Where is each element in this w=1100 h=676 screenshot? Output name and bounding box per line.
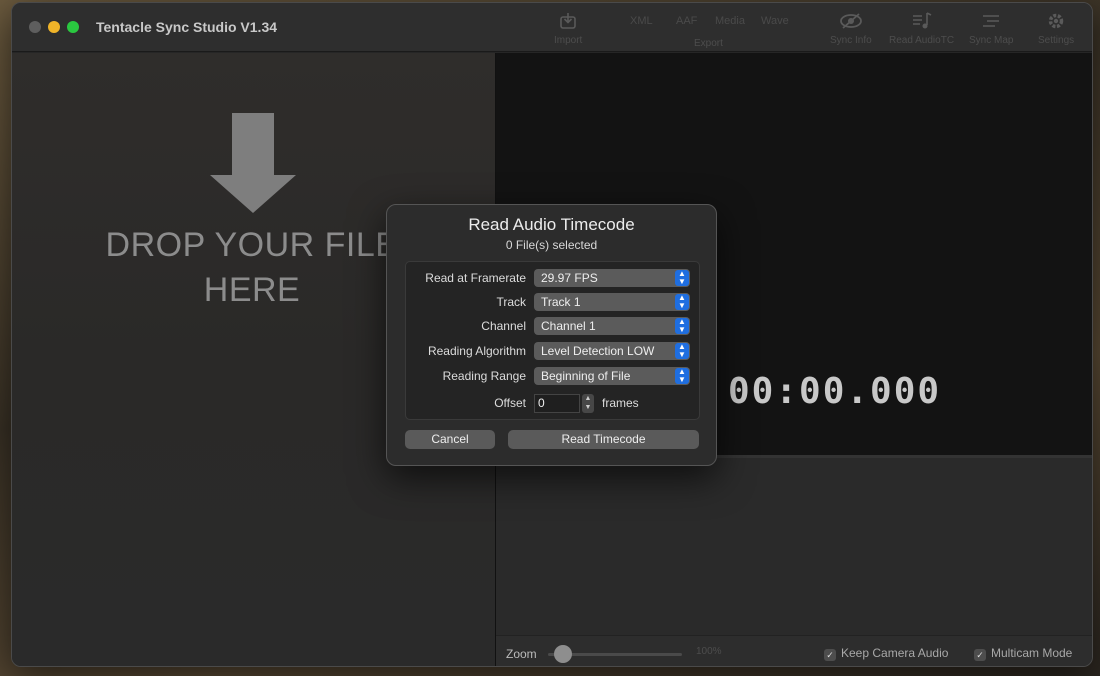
chevron-up-down-icon: ▲ ▼ bbox=[675, 270, 689, 286]
checkmark-icon: ✓ bbox=[974, 649, 986, 661]
dialog-title: Read Audio Timecode bbox=[468, 215, 635, 234]
down-arrow-icon bbox=[210, 113, 296, 213]
zoom-label: Zoom bbox=[506, 647, 537, 661]
close-window-button[interactable] bbox=[29, 21, 41, 33]
bottom-bar: Zoom 100% ✓ Keep Camera Audio ✓ Multicam M… bbox=[496, 635, 1092, 666]
import-label: Import bbox=[554, 35, 583, 46]
export-wave[interactable]: Wave bbox=[761, 15, 789, 27]
sync-map-button[interactable]: Sync Map bbox=[969, 11, 1013, 46]
algorithm-select[interactable]: Level Detection LOW ▲ ▼ bbox=[534, 342, 690, 360]
import-button[interactable]: Import bbox=[554, 11, 582, 46]
timeline-pane bbox=[496, 455, 1092, 635]
settings-button[interactable]: Settings bbox=[1038, 11, 1074, 46]
read-audio-timecode-dialog: Read Audio Timecode 0 File(s) selected R… bbox=[386, 204, 717, 466]
offset-label: Offset bbox=[494, 396, 526, 410]
range-row: Reading Range Beginning of File ▲ ▼ bbox=[406, 367, 701, 385]
cancel-button[interactable]: Cancel bbox=[405, 430, 495, 449]
export-group-label: Export bbox=[694, 38, 723, 49]
zoom-value: 100% bbox=[696, 646, 722, 657]
keep-camera-audio-label: Keep Camera Audio bbox=[841, 646, 949, 660]
eye-slash-icon bbox=[830, 11, 872, 33]
multicam-mode-checkbox[interactable]: ✓ Multicam Mode bbox=[974, 646, 1072, 661]
read-audio-tc-label: Read AudioTC bbox=[889, 35, 955, 46]
channel-row: Channel Channel 1 ▲ ▼ bbox=[406, 317, 701, 335]
minimize-window-button[interactable] bbox=[48, 21, 60, 33]
offset-row: Offset 0 ▲ ▼ frames bbox=[406, 394, 701, 413]
sync-info-label: Sync Info bbox=[830, 35, 872, 46]
range-value: Beginning of File bbox=[541, 369, 631, 383]
framerate-value: 29.97 FPS bbox=[541, 271, 598, 285]
checkmark-icon: ✓ bbox=[824, 649, 836, 661]
track-label: Track bbox=[496, 295, 526, 309]
range-label: Reading Range bbox=[442, 369, 526, 383]
sync-map-label: Sync Map bbox=[969, 35, 1014, 46]
export-xml[interactable]: XML bbox=[630, 15, 653, 27]
keep-camera-audio-checkbox[interactable]: ✓ Keep Camera Audio bbox=[824, 646, 948, 661]
chevron-up-down-icon: ▲ ▼ bbox=[675, 294, 689, 310]
read-audio-tc-button[interactable]: Read AudioTC bbox=[889, 11, 954, 46]
export-aaf[interactable]: AAF bbox=[676, 15, 697, 27]
music-note-lines-icon bbox=[889, 11, 954, 33]
algorithm-value: Level Detection LOW bbox=[541, 344, 655, 358]
lines-icon bbox=[969, 11, 1013, 33]
import-icon bbox=[554, 11, 582, 33]
timecode-display: 00:00.000 bbox=[728, 371, 942, 412]
maximize-window-button[interactable] bbox=[67, 21, 79, 33]
chevron-up-down-icon: ▲ ▼ bbox=[675, 318, 689, 334]
app-title: Tentacle Sync Studio V1.34 bbox=[96, 19, 278, 35]
track-row: Track Track 1 ▲ ▼ bbox=[406, 293, 701, 311]
track-value: Track 1 bbox=[541, 295, 581, 309]
export-media[interactable]: Media bbox=[715, 15, 745, 27]
chevron-up-down-icon: ▲ ▼ bbox=[675, 343, 689, 359]
range-select[interactable]: Beginning of File ▲ ▼ bbox=[534, 367, 690, 385]
settings-label: Settings bbox=[1038, 35, 1075, 46]
sync-info-button[interactable]: Sync Info bbox=[830, 11, 872, 46]
track-select[interactable]: Track 1 ▲ ▼ bbox=[534, 293, 690, 311]
algorithm-row: Reading Algorithm Level Detection LOW ▲ ▼ bbox=[406, 342, 701, 360]
framerate-label: Read at Framerate bbox=[425, 271, 526, 285]
dialog-subtitle: 0 File(s) selected bbox=[505, 238, 598, 252]
framerate-row: Read at Framerate 29.97 FPS ▲ ▼ bbox=[406, 269, 701, 287]
offset-input[interactable]: 0 bbox=[534, 394, 580, 413]
gear-icon bbox=[1038, 11, 1074, 33]
channel-value: Channel 1 bbox=[541, 319, 596, 333]
algorithm-label: Reading Algorithm bbox=[427, 344, 526, 358]
read-timecode-button[interactable]: Read Timecode bbox=[508, 430, 699, 449]
channel-label: Channel bbox=[481, 319, 526, 333]
title-bar: Tentacle Sync Studio V1.34 Import XML AA… bbox=[12, 3, 1092, 52]
dialog-form: Read at Framerate 29.97 FPS ▲ ▼ Track Trac… bbox=[405, 261, 700, 420]
chevron-up-down-icon: ▲ ▼ bbox=[675, 368, 689, 384]
offset-unit: frames bbox=[602, 396, 639, 410]
multicam-mode-label: Multicam Mode bbox=[991, 646, 1073, 660]
offset-stepper[interactable]: ▲ ▼ bbox=[582, 394, 594, 413]
channel-select[interactable]: Channel 1 ▲ ▼ bbox=[534, 317, 690, 335]
framerate-select[interactable]: 29.97 FPS ▲ ▼ bbox=[534, 269, 690, 287]
zoom-slider-knob[interactable] bbox=[554, 645, 572, 663]
